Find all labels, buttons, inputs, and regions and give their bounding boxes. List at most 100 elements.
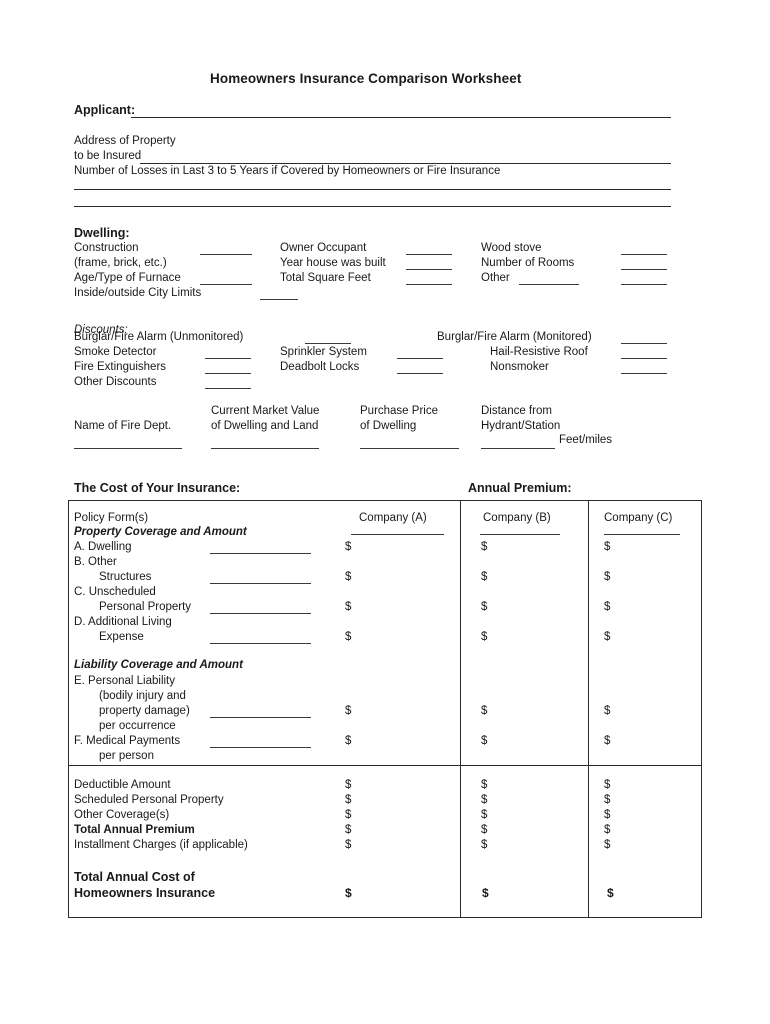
coverage-a-company-b-amount[interactable]: $	[481, 541, 487, 553]
applicant-input-line[interactable]	[131, 117, 671, 118]
discount-burglar-monitored-input[interactable]	[621, 343, 667, 344]
market-value-input[interactable]	[211, 448, 319, 449]
summary-other-coverage-company-b[interactable]: $	[481, 809, 487, 821]
coverage-a-company-a-amount[interactable]: $	[345, 541, 351, 553]
coverage-c-company-c-amount[interactable]: $	[604, 601, 610, 613]
summary-installment-company-c[interactable]: $	[604, 839, 610, 851]
coverage-b-company-a-amount[interactable]: $	[345, 571, 351, 583]
dwelling-furnace-input[interactable]	[200, 284, 252, 285]
discount-fire-extinguishers-input[interactable]	[205, 373, 251, 374]
summary-deductible-company-b[interactable]: $	[481, 779, 487, 791]
coverage-a-label: A. Dwelling	[74, 541, 132, 553]
discount-hail-roof-input[interactable]	[621, 358, 667, 359]
dwelling-owner-occupant-input[interactable]	[406, 254, 452, 255]
dwelling-wood-stove-label: Wood stove	[481, 242, 542, 254]
coverage-f-amount-input[interactable]	[210, 747, 311, 748]
discount-burglar-unmonitored-input[interactable]	[305, 343, 351, 344]
summary-installment-company-a[interactable]: $	[345, 839, 351, 851]
market-value-label-l1: Current Market Value	[211, 405, 320, 417]
total-cost-company-c[interactable]: $	[607, 886, 614, 900]
coverage-b-label: B. Other	[74, 556, 117, 568]
summary-installment-company-b[interactable]: $	[481, 839, 487, 851]
summary-scheduled-property-company-c[interactable]: $	[604, 794, 610, 806]
dwelling-other-input[interactable]	[621, 284, 667, 285]
coverage-e-sublabel-2: property damage)	[99, 705, 190, 717]
discount-other-label: Other Discounts	[74, 376, 157, 388]
coverage-c-amount-input[interactable]	[210, 613, 311, 614]
company-a-name-input[interactable]	[351, 534, 444, 535]
distance-input[interactable]	[481, 448, 555, 449]
coverage-c-company-b-amount[interactable]: $	[481, 601, 487, 613]
table-summary-divider	[68, 765, 702, 766]
losses-label: Number of Losses in Last 3 to 5 Years if…	[74, 165, 501, 177]
dwelling-heading: Dwelling:	[74, 226, 130, 240]
annual-premium-heading: Annual Premium:	[468, 481, 572, 495]
losses-input-line-1[interactable]	[74, 189, 671, 190]
summary-deductible-company-c[interactable]: $	[604, 779, 610, 791]
coverage-a-company-c-amount[interactable]: $	[604, 541, 610, 553]
coverage-d-company-c-amount[interactable]: $	[604, 631, 610, 643]
summary-total-premium-label: Total Annual Premium	[74, 824, 195, 836]
discount-deadbolt-input[interactable]	[397, 373, 443, 374]
summary-other-coverage-company-c[interactable]: $	[604, 809, 610, 821]
dwelling-construction-input[interactable]	[200, 254, 252, 255]
discount-smoke-detector-input[interactable]	[205, 358, 251, 359]
dwelling-rooms-input[interactable]	[621, 269, 667, 270]
coverage-a-amount-input[interactable]	[210, 553, 311, 554]
coverage-d-label: D. Additional Living	[74, 616, 172, 628]
purchase-price-label-l2: of Dwelling	[360, 420, 417, 432]
dwelling-year-built-input[interactable]	[406, 269, 452, 270]
coverage-e-company-c-amount[interactable]: $	[604, 705, 610, 717]
coverage-f-company-a-amount[interactable]: $	[345, 735, 351, 747]
summary-other-coverage-label: Other Coverage(s)	[74, 809, 170, 821]
summary-total-premium-company-b[interactable]: $	[481, 824, 487, 836]
summary-other-coverage-company-a[interactable]: $	[345, 809, 351, 821]
policy-form-label: Policy Form(s)	[74, 512, 149, 524]
summary-scheduled-property-company-a[interactable]: $	[345, 794, 351, 806]
purchase-price-input[interactable]	[360, 448, 459, 449]
company-b-name-input[interactable]	[480, 534, 560, 535]
coverage-e-label: E. Personal Liability	[74, 675, 175, 687]
coverage-d-company-a-amount[interactable]: $	[345, 631, 351, 643]
coverage-b-company-b-amount[interactable]: $	[481, 571, 487, 583]
coverage-f-company-c-amount[interactable]: $	[604, 735, 610, 747]
coverage-e-amount-input[interactable]	[210, 717, 311, 718]
dwelling-city-limits-input[interactable]	[260, 299, 298, 300]
coverage-d-company-b-amount[interactable]: $	[481, 631, 487, 643]
discount-sprinkler-label: Sprinkler System	[280, 346, 367, 358]
company-c-name-input[interactable]	[604, 534, 680, 535]
coverage-e-company-a-amount[interactable]: $	[345, 705, 351, 717]
dwelling-square-feet-label: Total Square Feet	[280, 272, 371, 284]
coverage-c-company-a-amount[interactable]: $	[345, 601, 351, 613]
column-header-company-b: Company (B)	[483, 512, 551, 524]
dwelling-construction-label: Construction	[74, 242, 139, 254]
summary-deductible-label: Deductible Amount	[74, 779, 171, 791]
coverage-f-company-b-amount[interactable]: $	[481, 735, 487, 747]
dwelling-wood-stove-input[interactable]	[621, 254, 667, 255]
summary-total-premium-company-a[interactable]: $	[345, 824, 351, 836]
total-cost-company-b[interactable]: $	[482, 886, 489, 900]
address-input-line[interactable]	[140, 163, 671, 164]
discount-other-input[interactable]	[205, 388, 251, 389]
discount-burglar-unmonitored-label: Burglar/Fire Alarm (Unmonitored)	[74, 331, 244, 343]
coverage-b-company-c-amount[interactable]: $	[604, 571, 610, 583]
coverage-b-amount-input[interactable]	[210, 583, 311, 584]
table-col-divider-c	[588, 500, 589, 765]
coverage-d-amount-input[interactable]	[210, 643, 311, 644]
coverage-e-company-b-amount[interactable]: $	[481, 705, 487, 717]
summary-scheduled-property-company-b[interactable]: $	[481, 794, 487, 806]
losses-input-line-2[interactable]	[74, 206, 671, 207]
summary-total-premium-company-c[interactable]: $	[604, 824, 610, 836]
total-cost-company-a[interactable]: $	[345, 886, 352, 900]
discount-sprinkler-input[interactable]	[397, 358, 443, 359]
dwelling-square-feet-input[interactable]	[406, 284, 452, 285]
fire-dept-input[interactable]	[74, 448, 182, 449]
coverage-f-label: F. Medical Payments	[74, 735, 181, 747]
discount-deadbolt-label: Deadbolt Locks	[280, 361, 360, 373]
discount-nonsmoker-input[interactable]	[621, 373, 667, 374]
dwelling-construction-hint: (frame, brick, etc.)	[74, 257, 167, 269]
coverage-c-label: C. Unscheduled	[74, 586, 156, 598]
summary-deductible-company-a[interactable]: $	[345, 779, 351, 791]
dwelling-other-text-input[interactable]	[519, 284, 579, 285]
table-col-divider-b-lower	[460, 765, 461, 918]
